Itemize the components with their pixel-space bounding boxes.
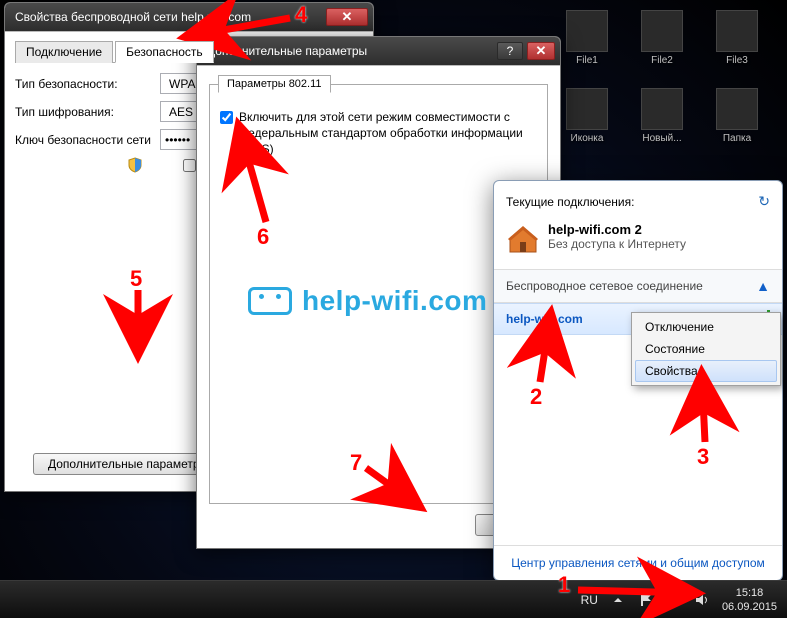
desktop-icon[interactable]: File1 <box>557 10 617 80</box>
refresh-icon[interactable]: ↻ <box>758 193 770 210</box>
shield-icon <box>127 157 143 173</box>
security-type-label: Тип безопасности: <box>15 77 160 91</box>
close-button[interactable]: ✕ <box>527 42 555 60</box>
tray-date: 06.09.2015 <box>722 600 777 614</box>
tab-security[interactable]: Безопасность <box>115 41 214 63</box>
desktop-icon[interactable]: File3 <box>707 10 767 80</box>
tab-connection[interactable]: Подключение <box>15 41 113 63</box>
desktop-icons: File1 File2 File3 Иконка Новый... Папка <box>557 10 767 158</box>
tray-flag-icon[interactable] <box>638 592 654 608</box>
desktop-icon[interactable]: Новый... <box>632 88 692 158</box>
language-indicator[interactable]: RU <box>581 593 598 607</box>
fips-checkbox-label: Включить для этой сети режим совместимос… <box>239 109 537 158</box>
taskbar: RU 15:18 06.09.2015 <box>0 580 787 618</box>
show-chars-checkbox[interactable] <box>183 159 196 172</box>
current-connection-status: Без доступа к Интернету <box>548 237 686 251</box>
network-center-link[interactable]: Центр управления сетями и общим доступом <box>511 556 765 570</box>
menu-item-disconnect[interactable]: Отключение <box>635 316 777 338</box>
security-key-label: Ключ безопасности сети <box>15 133 160 147</box>
fips-checkbox[interactable] <box>220 111 233 124</box>
network-name: help-wifi.com <box>506 312 583 326</box>
desktop-icon[interactable]: Папка <box>707 88 767 158</box>
window-title: Дополнительные параметры <box>207 44 497 58</box>
titlebar[interactable]: Свойства беспроводной сети help-wifi.com… <box>5 3 373 31</box>
tab-80211-label[interactable]: Параметры 802.11 <box>218 75 331 93</box>
current-connection-name: help-wifi.com 2 <box>548 222 686 237</box>
advanced-settings-button[interactable]: Дополнительные параметры <box>33 453 223 475</box>
desktop-icon[interactable]: Иконка <box>557 88 617 158</box>
tray-clock[interactable]: 15:18 06.09.2015 <box>722 586 777 614</box>
help-button[interactable]: ? <box>497 42 523 60</box>
tray-volume-icon[interactable] <box>694 592 710 608</box>
network-home-icon <box>506 222 540 259</box>
titlebar[interactable]: Дополнительные параметры ? ✕ <box>197 37 560 65</box>
desktop-icon[interactable]: File2 <box>632 10 692 80</box>
flyout-header: Текущие подключения: <box>506 195 634 209</box>
menu-item-properties[interactable]: Свойства <box>635 360 777 382</box>
tray-chevron-icon[interactable] <box>610 592 626 608</box>
tray-time: 15:18 <box>722 586 777 600</box>
wireless-section-header[interactable]: Беспроводное сетевое соединение ▲ <box>494 269 782 303</box>
chevron-up-icon: ▲ <box>756 278 770 294</box>
encryption-type-label: Тип шифрования: <box>15 105 160 119</box>
window-title: Свойства беспроводной сети help-wifi.com <box>15 10 326 24</box>
menu-item-status[interactable]: Состояние <box>635 338 777 360</box>
close-button[interactable]: ✕ <box>326 8 368 26</box>
context-menu: Отключение Состояние Свойства <box>631 312 781 386</box>
tray-network-icon[interactable] <box>666 592 682 608</box>
wireless-section-label: Беспроводное сетевое соединение <box>506 279 703 293</box>
